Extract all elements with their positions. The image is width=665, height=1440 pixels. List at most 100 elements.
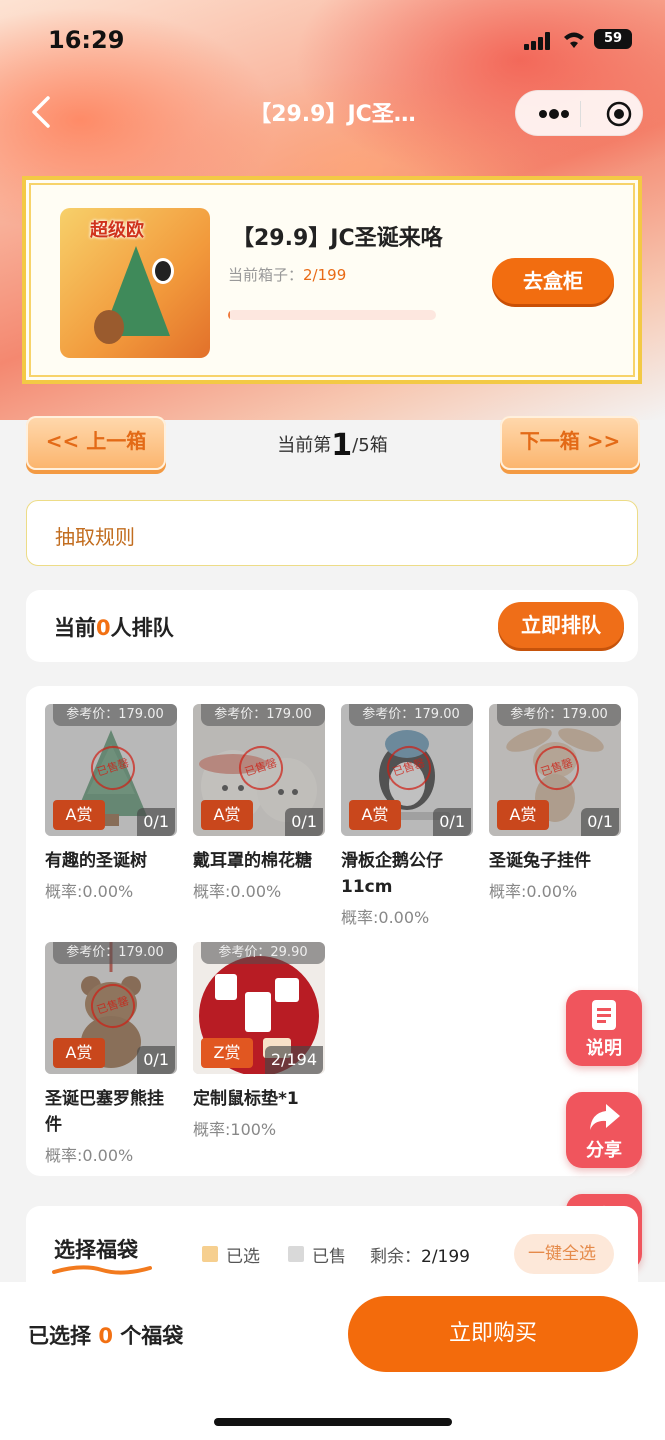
box-count: 当前箱子：2/199 <box>228 264 346 285</box>
prize-tier: A赏 <box>201 800 253 830</box>
prize-count: 0/1 <box>285 808 323 836</box>
legend-sold-swatch <box>288 1246 304 1262</box>
prize-tier: A赏 <box>53 1038 105 1068</box>
prize-count: 0/1 <box>137 808 175 836</box>
penguin-graphic <box>152 258 174 284</box>
go-locker-button[interactable]: 去盒柜 <box>492 258 614 304</box>
prize-count: 0/1 <box>581 808 619 836</box>
share-icon <box>590 1104 620 1130</box>
prize-ref-price: 参考价：29.90 <box>201 942 325 964</box>
selected-prefix: 已选择 <box>28 1324 99 1348</box>
selected-suffix: 个福袋 <box>112 1324 184 1348</box>
bottom-action-bar: 已选择 0 个福袋 立即购买 <box>0 1282 665 1440</box>
prize-name: 定制鼠标垫*1 <box>193 1089 299 1109</box>
queue-card: 当前0人排队 立即排队 <box>26 590 638 662</box>
legend-sold-label: 已售 <box>312 1247 346 1267</box>
page-title: 【29.9】JC圣… <box>249 102 416 127</box>
queue-count: 0 <box>96 616 111 640</box>
legend-selected-swatch <box>202 1246 218 1262</box>
select-all-button[interactable]: 一键全选 <box>514 1234 614 1274</box>
box-count-value: 2/199 <box>303 266 347 284</box>
close-miniprogram-icon[interactable] <box>606 101 632 127</box>
box-pager: << 上一箱 当前第1/5箱 下一箱 >> <box>0 412 665 476</box>
prize-rate: 概率:0.00% <box>489 882 578 901</box>
share-button[interactable]: 分享 <box>566 1092 642 1168</box>
prize-ref-price: 参考价：179.00 <box>497 704 621 726</box>
draw-rules-label: 抽取规则 <box>55 525 135 549</box>
prize-image: 已售罄 参考价：179.00 A赏 0/1 <box>45 942 177 1074</box>
prize-tier: Z赏 <box>201 1038 253 1068</box>
next-box-button[interactable]: 下一箱 >> <box>500 416 640 470</box>
prize-tier: A赏 <box>53 800 105 830</box>
remaining-label: 剩余： <box>370 1247 421 1267</box>
pager-current: 1 <box>331 428 353 463</box>
pager-indicator: 当前第1/5箱 <box>230 428 435 463</box>
prize-name: 戴耳罩的棉花糖 <box>193 851 312 871</box>
prize-image: 参考价：29.90 Z赏 2/194 <box>193 942 325 1074</box>
box-count-label: 当前箱子： <box>228 266 304 284</box>
prize-rate: 概率:100% <box>193 1120 277 1139</box>
pager-suffix: /5箱 <box>352 435 388 456</box>
queue-suffix: 人排队 <box>110 616 174 640</box>
prize-rate: 概率:0.00% <box>45 882 134 901</box>
back-icon[interactable] <box>24 94 60 130</box>
prize-name: 圣诞兔子挂件 <box>489 851 591 871</box>
title-underline-decoration <box>52 1265 152 1275</box>
prize-tier: A赏 <box>497 800 549 830</box>
prize-image: 已售罄 参考价：179.00 A赏 0/1 <box>341 704 473 836</box>
prize-count: 0/1 <box>137 1046 175 1074</box>
box-info-card: 超级欧 【29.9】JC圣诞来咯 当前箱子：2/199 去盒柜 <box>22 176 642 384</box>
status-time: 16:29 <box>48 26 125 54</box>
mini-program-capsule <box>515 90 643 136</box>
prize-tier: A赏 <box>349 800 401 830</box>
draw-rules-button[interactable]: 抽取规则 <box>26 500 638 566</box>
prize-item[interactable]: 已售罄 参考价：179.00 A赏 0/1 圣诞兔子挂件 概率:0.00% <box>489 704 623 902</box>
prize-image: 已售罄 参考价：179.00 A赏 0/1 <box>193 704 325 836</box>
bear-graphic <box>94 310 124 344</box>
more-icon[interactable] <box>536 105 572 123</box>
explain-button[interactable]: 说明 <box>566 990 642 1066</box>
document-icon <box>592 1000 616 1030</box>
remaining-value: 2/199 <box>421 1247 470 1267</box>
battery-icon: 59 <box>594 29 632 49</box>
remaining-count: 剩余：2/199 <box>370 1242 470 1267</box>
prize-ref-price: 参考价：179.00 <box>201 704 325 726</box>
cellular-signal-icon <box>524 32 554 50</box>
box-thumbnail: 超级欧 <box>60 208 210 358</box>
prev-box-button[interactable]: << 上一箱 <box>26 416 166 470</box>
selected-count: 0 <box>98 1324 113 1348</box>
legend-selected-label: 已选 <box>226 1247 260 1267</box>
prize-count: 2/194 <box>264 1046 323 1074</box>
prize-grid: 已售罄 参考价：179.00 A赏 0/1 有趣的圣诞树 概率:0.00% 已售… <box>26 686 638 1176</box>
prize-rate: 概率:0.00% <box>45 1146 134 1165</box>
share-label: 分享 <box>586 1140 622 1161</box>
selected-count-text: 已选择 0 个福袋 <box>28 1320 183 1350</box>
prize-item[interactable]: 已售罄 参考价：179.00 A赏 0/1 圣诞巴塞罗熊挂件 概率:0.00% <box>45 942 179 1166</box>
prize-item[interactable]: 已售罄 参考价：179.00 A赏 0/1 有趣的圣诞树 概率:0.00% <box>45 704 179 902</box>
prize-rate: 概率:0.00% <box>193 882 282 901</box>
bag-section-title: 选择福袋 <box>54 1238 138 1262</box>
prize-item[interactable]: 参考价：29.90 Z赏 2/194 定制鼠标垫*1 概率:100% <box>193 942 327 1140</box>
prize-name: 有趣的圣诞树 <box>45 851 147 871</box>
explain-label: 说明 <box>586 1038 622 1059</box>
prize-item[interactable]: 已售罄 参考价：179.00 A赏 0/1 滑板企鹅公仔11cm 概率:0.00… <box>341 704 475 928</box>
prize-name: 圣诞巴塞罗熊挂件 <box>45 1089 164 1135</box>
pager-prefix: 当前第 <box>277 435 332 456</box>
capsule-divider <box>580 101 581 127</box>
home-indicator <box>214 1418 452 1426</box>
prize-image: 已售罄 参考价：179.00 A赏 0/1 <box>45 704 177 836</box>
buy-now-button[interactable]: 立即购买 <box>348 1296 638 1372</box>
prize-item[interactable]: 已售罄 参考价：179.00 A赏 0/1 戴耳罩的棉花糖 概率:0.00% <box>193 704 327 902</box>
box-progress-fill <box>228 310 231 320</box>
join-queue-button[interactable]: 立即排队 <box>498 602 624 648</box>
wifi-icon <box>564 32 584 48</box>
status-bar: 16:29 59 <box>0 0 665 80</box>
prize-image: 已售罄 参考价：179.00 A赏 0/1 <box>489 704 621 836</box>
prize-name: 滑板企鹅公仔11cm <box>341 851 443 897</box>
thumbnail-badge: 超级欧 <box>90 220 144 241</box>
prize-rate: 概率:0.00% <box>341 908 430 927</box>
prize-ref-price: 参考价：179.00 <box>53 942 177 964</box>
queue-prefix: 当前 <box>54 616 96 640</box>
prize-ref-price: 参考价：179.00 <box>53 704 177 726</box>
queue-status: 当前0人排队 <box>54 612 174 642</box>
